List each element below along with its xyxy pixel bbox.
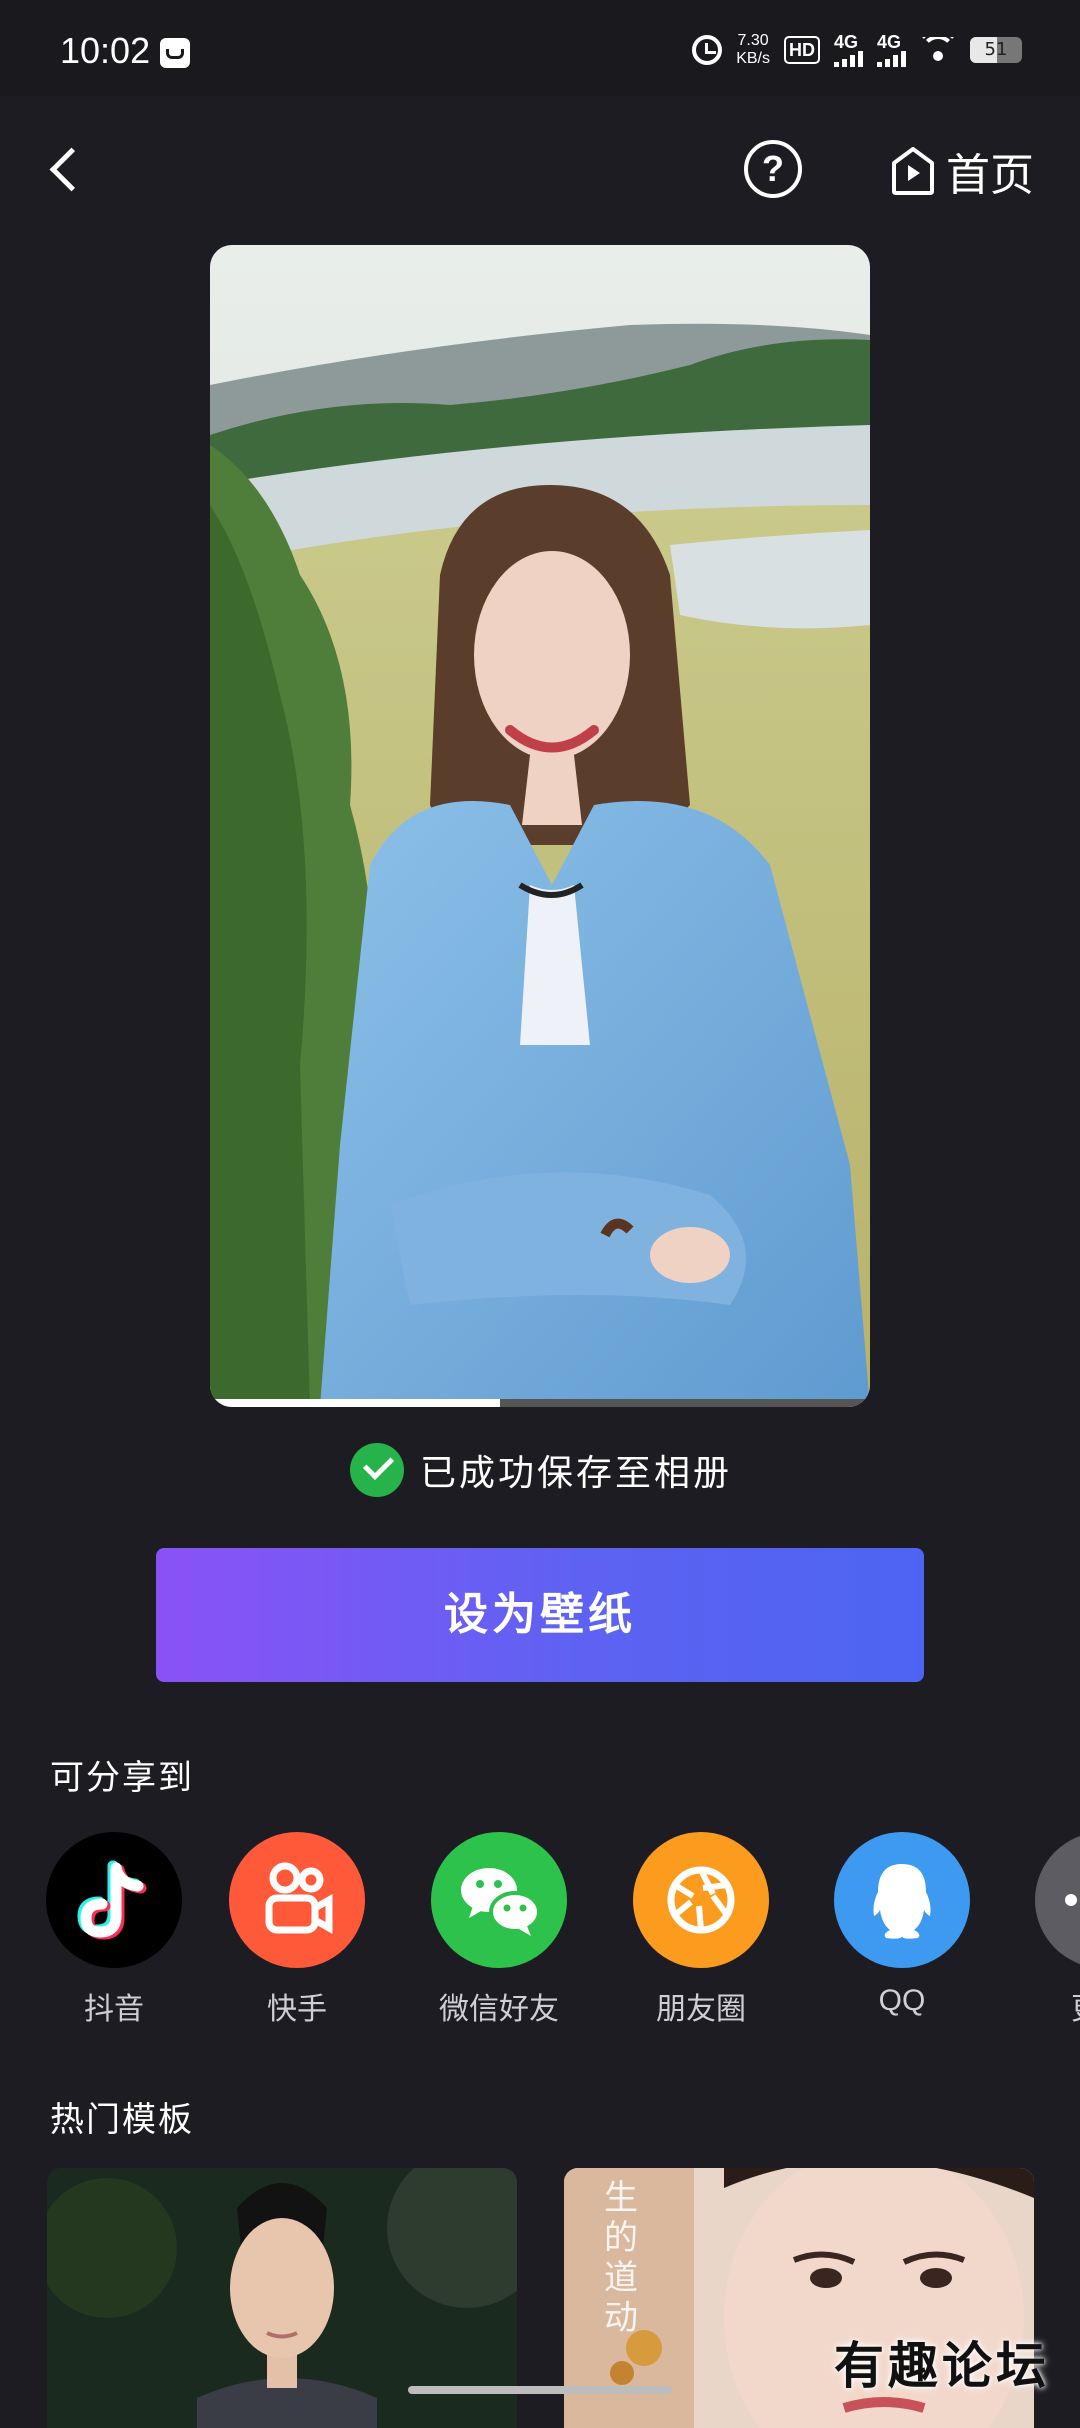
home-play-icon <box>890 145 936 197</box>
watermark: 有趣论坛 <box>834 2336 1050 2395</box>
sim2-label: 4G <box>877 32 902 52</box>
net-speed: 7.30 KB/s <box>736 32 770 68</box>
douyin-icon <box>46 1832 182 1968</box>
share-moments-label: 朋友圈 <box>656 1992 746 2027</box>
share-qq-label: QQ <box>878 1984 926 2017</box>
net-speed-unit: KB/s <box>736 50 770 67</box>
template-2-title: 生的道动 <box>604 2178 638 2338</box>
save-status: 已成功保存至相册 <box>350 1440 732 1500</box>
moments-icon <box>633 1832 769 1968</box>
kuaishou-icon <box>229 1832 365 1968</box>
video-preview[interactable] <box>210 245 870 1407</box>
share-more[interactable]: 更 <box>1011 1832 1080 2028</box>
signal-sim2-icon: 4G <box>877 33 906 67</box>
share-qq[interactable]: QQ <box>812 1832 992 2018</box>
qq-icon <box>834 1832 970 1968</box>
sim1-label: 4G <box>834 32 859 52</box>
playback-progress-fill <box>210 1399 501 1407</box>
status-bar: 10:02 7.30 KB/s HD 4G 4G 51 <box>0 0 1080 96</box>
save-status-text: 已成功保存至相册 <box>420 1453 733 1494</box>
share-section-title: 可分享到 <box>50 1758 194 1798</box>
share-wechat-label: 微信好友 <box>439 1992 559 2027</box>
more-icon <box>1035 1832 1080 1968</box>
templates-section-title: 热门模板 <box>50 2100 194 2140</box>
battery-icon: 51 <box>970 37 1022 63</box>
status-time: 10:02 <box>60 30 151 71</box>
share-douyin[interactable]: 抖音 <box>24 1832 204 2028</box>
wechat-icon <box>431 1832 567 1968</box>
playback-progress-bar[interactable] <box>210 1399 870 1407</box>
status-icons: 7.30 KB/s HD 4G 4G 51 <box>692 30 1022 70</box>
gesture-nav-handle[interactable] <box>408 2386 672 2394</box>
net-speed-value: 7.30 <box>737 32 769 49</box>
share-douyin-label: 抖音 <box>84 1992 144 2027</box>
share-more-label: 更 <box>1011 1984 1080 2028</box>
home-label: 首页 <box>946 150 1034 201</box>
set-wallpaper-button[interactable]: 设为壁纸 <box>156 1548 924 1682</box>
signal-sim1-icon: 4G <box>834 33 863 67</box>
home-button[interactable]: 首页 <box>890 140 1034 202</box>
preview-image <box>210 245 870 1407</box>
help-button[interactable]: ? <box>744 140 802 198</box>
share-moments[interactable]: 朋友圈 <box>611 1832 791 2028</box>
share-kuaishou-label: 快手 <box>267 1992 327 2027</box>
share-kuaishou[interactable]: 快手 <box>207 1832 387 2028</box>
share-wechat[interactable]: 微信好友 <box>409 1832 589 2028</box>
hd-voice-icon: HD <box>784 36 820 64</box>
battery-level: 51 <box>984 39 1008 60</box>
wifi-icon <box>920 37 956 63</box>
notification-inbox-icon <box>160 38 190 68</box>
share-list: 抖音 快手 微信好友 朋友圈 QQ <box>0 1832 1080 2027</box>
check-circle-icon <box>350 1443 404 1497</box>
alarm-icon <box>692 35 723 65</box>
back-button[interactable] <box>40 140 92 200</box>
